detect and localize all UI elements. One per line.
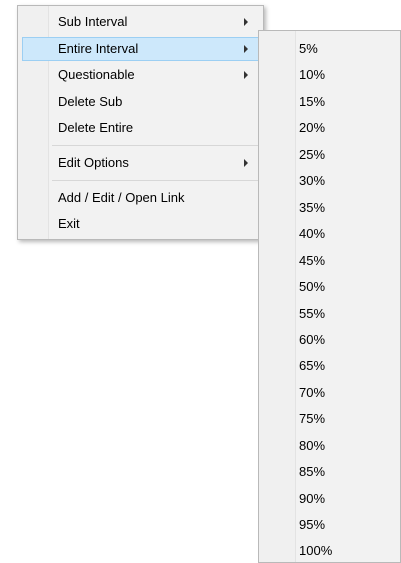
submenu-item-65[interactable]: 65% <box>299 356 325 376</box>
entire-interval-submenu: 5% 10% 15% 20% 25% 30% 35% 40% 45% 50% 5… <box>258 30 401 563</box>
menu-item-label: Delete Sub <box>58 94 123 109</box>
menu-item-label: Exit <box>58 216 80 231</box>
menu-item-label: Entire Interval <box>58 41 139 56</box>
chevron-right-icon <box>244 45 248 53</box>
submenu-item-10[interactable]: 10% <box>299 65 325 85</box>
menu-item-delete-entire[interactable]: Delete Entire <box>22 116 259 140</box>
menu-item-sub-interval[interactable]: Sub Interval <box>22 10 259 34</box>
submenu-item-80[interactable]: 80% <box>299 436 325 456</box>
menu-item-label: Questionable <box>58 67 135 82</box>
chevron-right-icon <box>244 71 248 79</box>
submenu-item-20[interactable]: 20% <box>299 118 325 138</box>
menu-item-edit-options[interactable]: Edit Options <box>22 151 259 175</box>
context-menu: Sub Interval Entire Interval Questionabl… <box>17 5 264 240</box>
submenu-item-55[interactable]: 55% <box>299 304 325 324</box>
menu-item-label: Edit Options <box>58 155 129 170</box>
submenu-item-100[interactable]: 100% <box>299 541 332 561</box>
chevron-right-icon <box>244 18 248 26</box>
menu-item-label: Add / Edit / Open Link <box>58 190 185 205</box>
menu-item-label: Delete Entire <box>58 120 134 135</box>
chevron-right-icon <box>244 159 248 167</box>
submenu-item-15[interactable]: 15% <box>299 92 325 112</box>
submenu-item-70[interactable]: 70% <box>299 383 325 403</box>
submenu-item-50[interactable]: 50% <box>299 277 325 297</box>
screen: Sub Interval Entire Interval Questionabl… <box>0 0 401 563</box>
menu-item-delete-sub[interactable]: Delete Sub <box>22 90 259 114</box>
submenu-item-90[interactable]: 90% <box>299 489 325 509</box>
submenu-item-30[interactable]: 30% <box>299 171 325 191</box>
menu-item-exit[interactable]: Exit <box>22 212 259 236</box>
menu-item-label: Sub Interval <box>58 14 128 29</box>
menu-separator <box>52 145 259 146</box>
submenu-item-60[interactable]: 60% <box>299 330 325 350</box>
submenu-item-85[interactable]: 85% <box>299 462 325 482</box>
submenu-item-95[interactable]: 95% <box>299 515 325 535</box>
submenu-item-40[interactable]: 40% <box>299 224 325 244</box>
submenu-item-25[interactable]: 25% <box>299 145 325 165</box>
menu-item-entire-interval[interactable]: Entire Interval <box>22 37 259 61</box>
menu-item-questionable[interactable]: Questionable <box>22 63 259 87</box>
submenu-item-45[interactable]: 45% <box>299 251 325 271</box>
menu-separator <box>52 180 259 181</box>
menu-item-add-edit-open-link[interactable]: Add / Edit / Open Link <box>22 186 259 210</box>
submenu-item-75[interactable]: 75% <box>299 409 325 429</box>
submenu-item-5[interactable]: 5% <box>299 39 318 59</box>
submenu-item-35[interactable]: 35% <box>299 198 325 218</box>
submenu-icon-gutter <box>259 31 296 562</box>
